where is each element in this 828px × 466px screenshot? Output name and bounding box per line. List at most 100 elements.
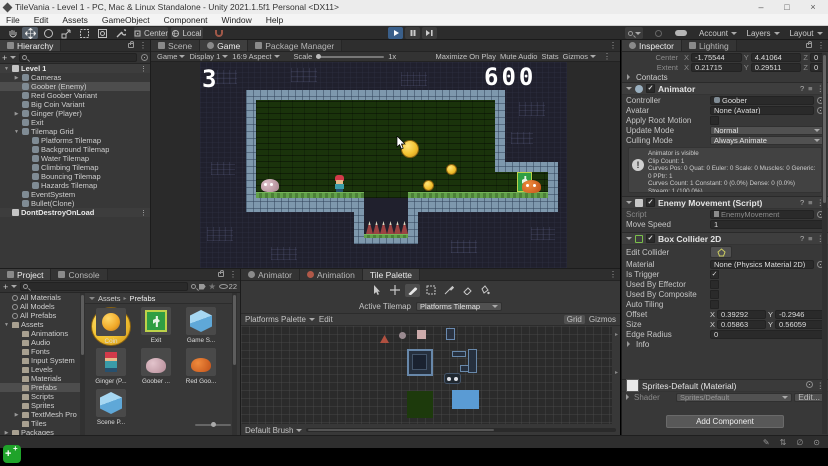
project-tree-item[interactable]: ▶ Packages <box>0 428 80 435</box>
fill-bucket-tool-button[interactable] <box>477 284 492 297</box>
project-tree-item[interactable]: Tiles <box>0 419 80 428</box>
physics-material-field[interactable]: None (Physics Material 2D) <box>710 260 814 269</box>
tab-console[interactable]: Console <box>51 269 107 280</box>
scale-slider[interactable] <box>316 56 384 58</box>
tab-package-manager[interactable]: Package Manager <box>248 40 342 51</box>
auto-generate-lighting-icon[interactable]: ✎ <box>763 438 770 447</box>
edit-collider-button[interactable] <box>710 246 732 258</box>
spike-tile[interactable] <box>380 333 389 343</box>
platform-piece-tile[interactable] <box>468 349 477 373</box>
checkbox[interactable] <box>710 280 719 289</box>
culling-mode-dropdown[interactable]: Always Animate <box>710 136 824 145</box>
project-tree-item[interactable]: ▼ Assets <box>0 320 80 329</box>
controller-field[interactable]: Goober <box>710 96 814 105</box>
expander-icon[interactable]: ▶ <box>13 75 20 81</box>
move-tool-button[interactable] <box>387 284 402 297</box>
asset-item[interactable]: Red Goo... <box>181 348 221 385</box>
tab-game[interactable]: Game <box>200 40 248 51</box>
mute-audio-button[interactable]: Mute Audio <box>500 52 538 61</box>
enemy-movement-component-header[interactable]: ✓ Enemy Movement (Script) ?≡⋮ <box>622 196 828 209</box>
project-tree-item[interactable]: ▶ TextMesh Pro <box>0 410 80 419</box>
maximize-on-play-button[interactable]: Maximize On Play <box>436 52 496 61</box>
update-mode-dropdown[interactable]: Normal <box>710 126 824 135</box>
tab-animation[interactable]: Animation <box>300 269 363 280</box>
eraser-tool-button[interactable] <box>459 284 474 297</box>
hierarchy-item[interactable]: Platforms Tilemap <box>0 136 150 145</box>
help-icon[interactable]: ? <box>800 234 804 243</box>
collab-status-icon[interactable] <box>651 27 665 39</box>
close-button[interactable]: × <box>802 2 824 12</box>
component-enabled-checkbox[interactable]: ✓ <box>646 198 655 207</box>
hierarchy-item[interactable]: Climbing Tilemap <box>0 163 150 172</box>
checkbox[interactable] <box>710 290 719 299</box>
hierarchy-item[interactable]: Hazards Tilemap <box>0 181 150 190</box>
size-x-field[interactable]: 0.05863 <box>717 320 766 329</box>
hierarchy-item[interactable]: Exit <box>0 118 150 127</box>
avatar-field[interactable]: None (Avatar) <box>710 106 814 115</box>
panel-menu-icon[interactable]: ⋮ <box>814 41 828 50</box>
custom-tool-button[interactable] <box>112 27 128 39</box>
scroll-arrow-icon[interactable]: ▸ <box>615 369 618 376</box>
scale-tool-button[interactable] <box>58 27 74 39</box>
asset-item[interactable]: Ginger (P... <box>91 348 131 385</box>
palette-dropdown[interactable]: Platforms Palette <box>245 315 315 324</box>
ground-tile[interactable] <box>407 391 433 418</box>
gizmos-button[interactable]: Gizmos <box>589 315 616 324</box>
preset-icon[interactable]: ≡ <box>808 198 812 207</box>
hidden-count-badge[interactable]: 22 <box>219 282 237 291</box>
tab-inspector[interactable]: Inspector <box>622 40 682 51</box>
tile-palette-grid[interactable] <box>241 326 612 424</box>
tab-project[interactable]: Project <box>0 269 51 280</box>
project-tree-item[interactable]: Fonts <box>0 347 80 356</box>
hand-tool-button[interactable] <box>4 27 20 39</box>
menu-item[interactable]: Help <box>266 15 283 25</box>
menu-item[interactable]: File <box>6 15 20 25</box>
expander-icon[interactable]: ▶ <box>13 111 20 117</box>
lock-icon[interactable] <box>128 43 134 48</box>
rotate-tool-button[interactable] <box>40 27 56 39</box>
project-tree-item[interactable]: Materials <box>0 374 80 383</box>
create-dropdown-icon[interactable] <box>11 285 17 291</box>
tab-hierarchy[interactable]: Hierarchy <box>0 40 61 51</box>
inspector-scrollbar[interactable] <box>822 53 827 434</box>
expander-icon[interactable]: ▼ <box>3 66 10 72</box>
project-tree-item[interactable]: Levels <box>0 365 80 374</box>
favorites-icon[interactable] <box>209 283 216 290</box>
add-component-button[interactable]: Add Component <box>666 415 784 428</box>
scene-visibility-icon[interactable] <box>141 54 148 61</box>
help-icon[interactable]: ? <box>800 84 804 93</box>
tab-scene[interactable]: Scene <box>151 40 200 51</box>
account-dropdown[interactable]: Account <box>696 27 740 39</box>
asset-item[interactable]: Goober ... <box>136 348 176 385</box>
gizmos-dropdown[interactable]: Gizmos <box>563 52 596 61</box>
brush-dropdown[interactable]: Default Brush <box>245 426 302 435</box>
search-by-type-icon[interactable] <box>191 284 196 289</box>
editor-search-button[interactable] <box>625 27 643 39</box>
paint-brush-tool-button[interactable] <box>405 284 420 297</box>
project-tree-item[interactable]: Input System <box>0 356 80 365</box>
create-object-button[interactable]: + <box>2 53 7 63</box>
hierarchy-item[interactable]: Big Coin Variant <box>0 100 150 109</box>
tab-animator[interactable]: Animator <box>241 269 300 280</box>
transform-tool-button[interactable] <box>94 27 110 39</box>
material-settings-icon[interactable] <box>806 381 813 388</box>
menu-item[interactable]: Assets <box>62 15 88 25</box>
size-y-field[interactable]: 0.56059 <box>775 320 824 329</box>
shader-dropdown[interactable]: Sprites/Default <box>676 393 792 402</box>
lock-icon[interactable] <box>806 43 812 48</box>
hierarchy-item[interactable]: Bullet(Clone) <box>0 199 150 208</box>
project-tree-item[interactable]: Scripts <box>0 392 80 401</box>
pause-button[interactable] <box>405 27 420 39</box>
hierarchy-item[interactable]: Background Tilemap <box>0 145 150 154</box>
move-speed-field[interactable]: 1 <box>710 220 824 229</box>
notifications-muted-icon[interactable]: ∅ <box>796 438 803 447</box>
hierarchy-item[interactable]: Bouncing Tilemap <box>0 172 150 181</box>
menu-item[interactable]: GameObject <box>102 15 150 25</box>
move-tool-button[interactable] <box>22 27 38 39</box>
step-button[interactable] <box>422 27 437 39</box>
offset-y-field[interactable]: -0.2946 <box>775 310 824 319</box>
platform-piece-tile[interactable] <box>460 365 469 372</box>
checkbox[interactable] <box>710 300 719 309</box>
game-viewport[interactable]: 3 600 <box>151 62 620 268</box>
help-icon[interactable]: ? <box>800 198 804 207</box>
